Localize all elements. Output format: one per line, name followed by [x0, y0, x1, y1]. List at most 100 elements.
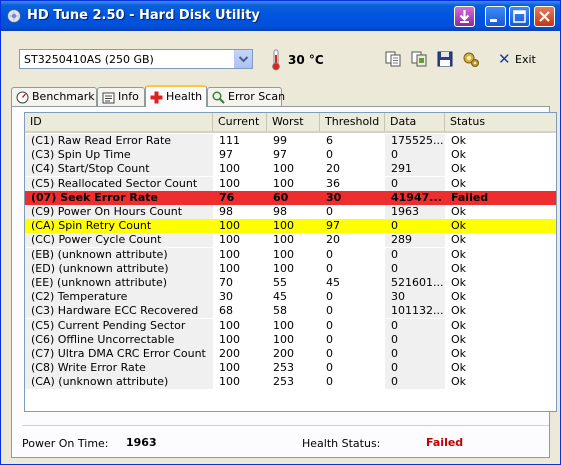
cell-threshold: 0 [326, 247, 333, 261]
tab-health-label: Health [166, 90, 203, 103]
cell-status: Ok [451, 247, 467, 261]
cell-current: 100 [219, 361, 240, 375]
cell-threshold: 45 [326, 276, 340, 289]
cell-id: (C1) Raw Read Error Rate [25, 134, 213, 148]
exit-x-icon: ✕ [498, 50, 511, 68]
table-row[interactable]: (EB) (unknown attribute) 100 100 0 0 Ok [25, 247, 556, 262]
cell-worst: 200 [273, 347, 294, 360]
tab-error-scan[interactable]: Error Scan [207, 87, 285, 106]
cell-current: 100 [219, 233, 240, 247]
cell-current: 68 [219, 304, 233, 318]
smart-attribute-table[interactable]: ID Current Worst Threshold Data Status (… [24, 112, 557, 412]
cell-current: 100 [219, 247, 240, 261]
download-icon[interactable] [454, 6, 475, 27]
cell-current: 76 [219, 190, 235, 204]
tab-benchmark[interactable]: Benchmark [11, 87, 97, 106]
cell-data: 0 [385, 347, 445, 361]
table-row[interactable]: (C6) Offline Uncorrectable 100 100 0 0 Ok [25, 332, 556, 347]
table-row[interactable]: (C2) Temperature 30 45 0 30 Ok [25, 290, 556, 305]
tab-info[interactable]: Info [97, 87, 145, 106]
cell-id: (ED) (unknown attribute) [25, 261, 213, 276]
cell-id: (CA) (unknown attribute) [25, 375, 213, 390]
cell-worst: 55 [273, 276, 287, 289]
cell-data: 0 [385, 318, 445, 333]
table-row[interactable]: (C3) Hardware ECC Recovered 68 58 0 101132..… [25, 304, 556, 319]
cell-status: Ok [451, 332, 467, 346]
cell-id: (C3) Spin Up Time [25, 148, 213, 163]
cell-id: (C4) Start/Stop Count [25, 162, 213, 177]
cell-threshold: 97 [326, 219, 340, 233]
cell-data: 0 [385, 332, 445, 347]
cell-id: (C5) Reallocated Sector Count [25, 176, 213, 191]
copy-info-icon[interactable] [384, 50, 402, 68]
table-row[interactable]: (C5) Current Pending Sector 100 100 0 0 Ok [25, 318, 556, 333]
table-row[interactable]: (EE) (unknown attribute) 70 55 45 521601... O… [25, 276, 556, 290]
options-icon[interactable] [462, 50, 480, 68]
toolbar: ST3250410AS (250 GB) 30 °C ✕ Exit [1, 31, 560, 87]
column-header-worst[interactable]: Worst [267, 113, 320, 131]
cell-worst: 45 [273, 290, 287, 304]
table-row[interactable]: (C3) Spin Up Time 97 97 0 0 Ok [25, 148, 556, 163]
cell-status: Ok [451, 205, 467, 218]
cell-status: Ok [451, 361, 467, 375]
table-row[interactable]: (C8) Write Error Rate 100 253 0 0 Ok [25, 361, 556, 376]
chevron-down-icon[interactable] [234, 50, 252, 68]
table-row[interactable]: (CA) Spin Retry Count 100 100 97 0 Ok [25, 219, 556, 234]
cell-status: Ok [451, 304, 467, 318]
health-panel: ID Current Worst Threshold Data Status (… [11, 106, 557, 458]
tab-info-label: Info [118, 90, 139, 103]
cell-data: 0 [391, 219, 398, 233]
maximize-button[interactable] [509, 6, 530, 27]
column-header-threshold[interactable]: Threshold [320, 113, 385, 131]
cell-threshold: 0 [326, 148, 333, 162]
save-icon[interactable] [436, 50, 454, 68]
table-row[interactable]: (C5) Reallocated Sector Count 100 100 36 0 Ok [25, 176, 556, 191]
table-row[interactable]: (07) Seek Error Rate 76 60 30 41947... Failed [25, 190, 556, 205]
cell-worst: 98 [273, 205, 287, 218]
table-header: ID Current Worst Threshold Data Status [25, 113, 556, 133]
benchmark-icon [16, 91, 29, 104]
column-header-current[interactable]: Current [213, 113, 267, 131]
table-row[interactable]: (ED) (unknown attribute) 100 100 0 0 Ok [25, 261, 556, 276]
cell-current: 100 [219, 176, 240, 190]
cell-threshold: 0 [326, 375, 333, 389]
drive-selector[interactable]: ST3250410AS (250 GB) [19, 49, 253, 69]
table-row[interactable]: (CC) Power Cycle Count 100 100 20 289 Ok [25, 233, 556, 248]
app-icon [7, 9, 21, 23]
cell-worst: 100 [273, 332, 294, 346]
cell-threshold: 6 [326, 134, 333, 147]
copy-screenshot-icon[interactable] [410, 50, 428, 68]
error-scan-icon [212, 91, 225, 104]
cell-current: 100 [219, 162, 240, 176]
cell-status: Ok [451, 134, 467, 147]
cell-data: 30 [385, 290, 445, 305]
temperature-value: 30 °C [288, 53, 324, 67]
column-header-id[interactable]: ID [25, 113, 213, 131]
cell-data: 0 [385, 176, 445, 191]
table-row[interactable]: (CA) (unknown attribute) 100 253 0 0 Ok [25, 375, 556, 390]
cell-id: (C3) Hardware ECC Recovered [25, 304, 213, 319]
power-on-value: 1963 [126, 436, 157, 449]
table-row[interactable]: (C4) Start/Stop Count 100 100 20 291 Ok [25, 162, 556, 177]
tab-health[interactable]: Health [145, 85, 207, 107]
table-row[interactable]: (C9) Power On Hours Count 98 98 0 1963 Ok [25, 205, 556, 219]
cell-threshold: 0 [326, 205, 333, 218]
cell-threshold: 0 [326, 304, 333, 318]
cell-id: (07) Seek Error Rate [31, 190, 158, 204]
cell-worst: 100 [273, 162, 294, 176]
cell-data: 0 [385, 148, 445, 163]
column-header-status[interactable]: Status [445, 113, 556, 131]
table-row[interactable]: (C7) Ultra DMA CRC Error Count 200 200 0 0 Ok [25, 347, 556, 361]
cell-worst: 100 [273, 233, 294, 247]
column-header-data[interactable]: Data [385, 113, 445, 131]
health-status-value: Failed [426, 436, 464, 449]
table-row[interactable]: (C1) Raw Read Error Rate 111 99 6 175525... O… [25, 134, 556, 148]
minimize-button[interactable] [485, 6, 506, 27]
close-button[interactable] [534, 6, 555, 27]
cell-id: (C5) Current Pending Sector [25, 318, 213, 333]
cell-current: 200 [219, 347, 240, 360]
cell-id: (C9) Power On Hours Count [25, 205, 213, 219]
cell-status: Ok [451, 375, 467, 389]
title-bar[interactable]: HD Tune 2.50 - Hard Disk Utility [1, 1, 560, 31]
cell-worst: 100 [273, 176, 294, 190]
